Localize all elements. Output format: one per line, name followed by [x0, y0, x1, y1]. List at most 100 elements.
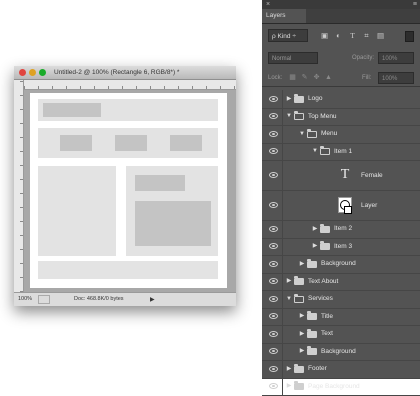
eye-column-divider [282, 308, 283, 326]
shape-filter-icon[interactable]: ⌗ [362, 31, 371, 40]
layer-row[interactable]: ▶ Text [262, 325, 420, 344]
folder-icon [294, 278, 304, 285]
layer-row[interactable]: ▶ Footer [262, 360, 420, 379]
layer-name[interactable]: Item 3 [334, 242, 352, 251]
collapse-caret-icon[interactable]: ▼ [299, 130, 305, 138]
visibility-eye-icon[interactable] [269, 96, 278, 102]
layer-name[interactable]: Layer [361, 201, 377, 210]
layer-row[interactable]: ▼ Item 1 [262, 143, 420, 162]
layer-row[interactable]: ▶ Item 3 [262, 238, 420, 257]
expand-caret-icon[interactable]: ▶ [312, 225, 318, 233]
layer-name[interactable]: Menu [321, 129, 337, 138]
adjustment-filter-icon[interactable]: ◐ [334, 31, 343, 40]
artboard[interactable] [30, 93, 227, 288]
folder-icon [307, 348, 317, 355]
filter-kind-select[interactable]: ρ Kind ÷ [268, 29, 308, 42]
layer-name[interactable]: Top Menu [308, 112, 337, 121]
layer-name[interactable]: Footer [308, 364, 327, 373]
visibility-eye-icon[interactable] [269, 313, 278, 319]
layer-row[interactable]: ▶ Logo [262, 90, 420, 109]
layer-row[interactable]: TFemale [262, 160, 420, 191]
expand-caret-icon[interactable]: ▶ [299, 312, 305, 320]
expand-caret-icon[interactable]: ▶ [286, 382, 292, 390]
visibility-eye-icon[interactable] [269, 243, 278, 249]
zoom-field-icon[interactable] [38, 295, 50, 304]
folder-icon [294, 296, 304, 303]
tab-layers[interactable]: Layers [262, 9, 306, 23]
layer-row[interactable]: ▶ Background [262, 343, 420, 362]
layer-name[interactable]: Services [308, 294, 333, 303]
layer-name[interactable]: Female [361, 171, 383, 180]
smart-object-filter-icon[interactable]: ▤ [376, 31, 385, 40]
visibility-eye-icon[interactable] [269, 261, 278, 267]
layer-name[interactable]: Title [321, 312, 333, 321]
panel-menu-icon[interactable]: ≡ [413, 0, 417, 9]
visibility-eye-icon[interactable] [269, 226, 278, 232]
layer-row[interactable]: ▶ Item 2 [262, 220, 420, 239]
layer-name[interactable]: Item 2 [334, 224, 352, 233]
fill-input[interactable]: 100% [378, 72, 414, 84]
wireframe-menu-item [115, 135, 147, 151]
layer-name[interactable]: Background [321, 347, 356, 356]
expand-caret-icon[interactable]: ▶ [299, 260, 305, 268]
minimize-window-icon[interactable] [29, 69, 36, 76]
collapse-caret-icon[interactable]: ▼ [286, 112, 292, 120]
visibility-eye-icon[interactable] [269, 131, 278, 137]
expand-caret-icon[interactable]: ▶ [286, 277, 292, 285]
expand-caret-icon[interactable]: ▶ [286, 95, 292, 103]
layer-name[interactable]: Text [321, 329, 333, 338]
lock-transparent-icon[interactable]: ▦ [288, 73, 297, 83]
collapse-caret-icon[interactable]: ▼ [312, 147, 318, 155]
layer-name[interactable]: Page Background [308, 382, 360, 391]
expand-caret-icon[interactable]: ▶ [299, 347, 305, 355]
layer-row[interactable]: ▶ Background [262, 255, 420, 274]
lock-image-icon[interactable]: ✎ [300, 73, 309, 83]
close-panel-icon[interactable]: × [266, 0, 270, 9]
layer-name[interactable]: Background [321, 259, 356, 268]
layer-row[interactable]: ▼ Services [262, 290, 420, 309]
layer-row[interactable]: Layer [262, 190, 420, 221]
folder-icon [294, 383, 304, 390]
layer-row[interactable]: ▼ Top Menu [262, 108, 420, 127]
expand-caret-icon[interactable]: ▶ [299, 330, 305, 338]
status-menu-arrow-icon[interactable]: ▶ [150, 296, 155, 303]
lock-position-icon[interactable]: ✥ [312, 73, 321, 83]
visibility-eye-icon[interactable] [269, 296, 278, 302]
visibility-eye-icon[interactable] [269, 113, 278, 119]
lock-all-icon[interactable]: ▲ [324, 73, 333, 83]
opacity-input[interactable]: 100% [378, 52, 414, 64]
visibility-eye-icon[interactable] [269, 202, 278, 208]
document-window[interactable]: Untitled-2 @ 100% (Rectangle 6, RGB/8*) … [14, 66, 236, 306]
expand-caret-icon[interactable]: ▶ [312, 242, 318, 250]
horizontal-ruler[interactable] [24, 80, 236, 90]
layer-name[interactable]: Item 1 [334, 147, 352, 156]
vertical-ruler[interactable] [14, 80, 24, 292]
layer-row[interactable]: ▶ Text About [262, 273, 420, 292]
zoom-readout[interactable]: 100% [18, 296, 32, 302]
document-titlebar[interactable]: Untitled-2 @ 100% (Rectangle 6, RGB/8*) … [14, 66, 236, 80]
zoom-window-icon[interactable] [39, 69, 46, 76]
filter-toggle[interactable] [405, 31, 414, 42]
expand-caret-icon[interactable]: ▶ [286, 365, 292, 373]
close-window-icon[interactable] [19, 69, 26, 76]
visibility-eye-icon[interactable] [269, 331, 278, 337]
folder-icon [320, 226, 330, 233]
type-filter-icon[interactable]: T [348, 31, 357, 40]
visibility-eye-icon[interactable] [269, 348, 278, 354]
layer-row[interactable]: ▶ Page Background [262, 378, 420, 396]
layer-row[interactable]: ▶ Title [262, 308, 420, 327]
visibility-eye-icon[interactable] [269, 148, 278, 154]
visibility-eye-icon[interactable] [269, 366, 278, 372]
layer-name[interactable]: Logo [308, 94, 322, 103]
blend-mode-select[interactable]: Normal [268, 52, 318, 64]
image-filter-icon[interactable]: ▣ [320, 31, 329, 40]
layer-row[interactable]: ▼ Menu [262, 125, 420, 144]
layer-name[interactable]: Text About [308, 277, 338, 286]
folder-icon [294, 366, 304, 373]
wireframe-services-title [135, 175, 185, 191]
visibility-eye-icon[interactable] [269, 278, 278, 284]
collapse-caret-icon[interactable]: ▼ [286, 295, 292, 303]
visibility-eye-icon[interactable] [269, 172, 278, 178]
canvas-area[interactable] [24, 90, 236, 293]
visibility-eye-icon[interactable] [269, 383, 278, 389]
